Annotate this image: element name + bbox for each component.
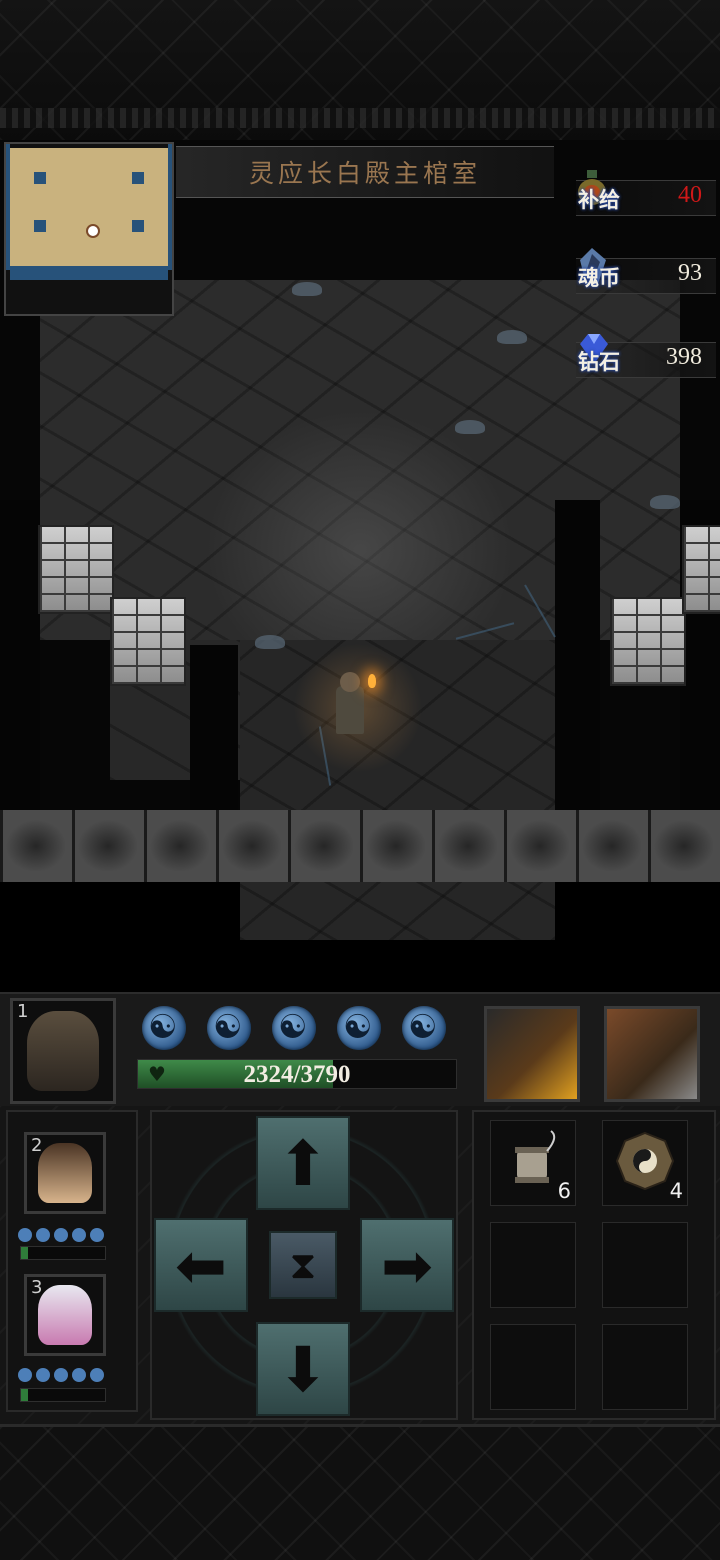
rubble [650,495,680,509]
inventory-slot[interactable] [490,1324,576,1410]
rubble [497,330,527,344]
brick-wall [682,525,720,614]
game-screen: 灵应长白殿主棺室 补给 40 魂币 93 钻石 398 1 ☯ ☯ ☯ ☯ ☯ … [0,0,720,1560]
stamina-orb-icon [337,1006,381,1050]
player-character [288,638,428,778]
hp-fill [21,1247,28,1259]
brick-wall [610,597,686,686]
stamina-orb-icon [142,1006,186,1050]
move-left-button[interactable]: ⬅ [154,1218,248,1312]
move-down-button[interactable]: ⬇ [256,1322,350,1416]
item-quantity: 6 [557,1179,571,1203]
fire-slash-skill-icon[interactable] [484,1006,580,1102]
stamina-orb-icon [18,1228,32,1242]
member-hp-bar [20,1246,106,1260]
movement-pad: ⬆ ⬅ ⧗ ➡ ⬇ [150,1110,458,1420]
stamina-orb-icon [54,1368,68,1382]
move-right-button[interactable]: ➡ [360,1218,454,1312]
brick-wall [110,597,186,686]
supply-counter: 补给 40 [566,168,716,220]
rubble [255,635,285,649]
diamond-counter: 钻石 398 [566,330,716,382]
stamina-orb-icon [54,1228,68,1242]
leader-portrait[interactable]: 1 [10,998,116,1104]
minimap-player-marker [86,224,100,238]
torch-icon [368,674,376,688]
member-hp-bar [20,1388,106,1402]
dark-wall [0,500,40,810]
party-slot-number: 1 [17,1001,29,1022]
member-portrait[interactable]: 2 [24,1132,106,1214]
stamina-orb-icon [72,1228,86,1242]
rubble [455,420,485,434]
item-quantity: 4 [669,1179,683,1203]
soul-coin-counter: 魂币 93 [566,246,716,298]
minimap[interactable] [4,142,174,316]
diamond-value: 398 [666,344,702,370]
inventory-slot[interactable]: 6 [490,1120,576,1206]
stamina-orb-icon [36,1368,50,1382]
inventory-grid: 6 4 [472,1110,716,1420]
inventory-slot[interactable] [602,1222,688,1308]
inventory-slot[interactable] [490,1222,576,1308]
party-slot-number: 3 [31,1277,43,1298]
hp-fill [21,1389,28,1401]
inventory-slot[interactable]: 4 [602,1120,688,1206]
stamina-orb-icon [90,1228,104,1242]
move-up-button[interactable]: ⬆ [256,1116,350,1210]
room-title: 灵应长白殿主棺室 [176,146,554,198]
stamina-orb-icon [90,1368,104,1382]
supply-value: 40 [678,182,702,208]
supply-label: 补给 [578,187,620,212]
hud-panel: 1 ♥ 2324/3790 2 [0,992,720,1560]
member-portrait[interactable]: 3 [24,1274,106,1356]
stamina-orb-icon [272,1006,316,1050]
stamina-orb-icon [36,1228,50,1242]
brick-wall [38,525,114,614]
stamina-orb-icon [18,1368,32,1382]
rubble [292,282,322,296]
soul-coin-label: 魂币 [578,265,620,290]
stamina-orb-icon [402,1006,446,1050]
dark-pillar [190,645,238,810]
soul-coin-value: 93 [678,260,702,286]
party-slot-number: 2 [31,1135,43,1156]
diamond-label: 钻石 [578,349,620,374]
leader-status-bar: 1 ♥ 2324/3790 [0,992,720,1106]
shovel-skill-icon[interactable] [604,1006,700,1102]
leader-hp-bar: ♥ 2324/3790 [137,1059,457,1089]
stamina-orb-icon [207,1006,251,1050]
party-list: 2 3 [6,1110,138,1412]
inventory-slot[interactable] [602,1324,688,1410]
dungeon-bottom-wall [0,810,720,882]
bottom-wall-decoration [0,1424,720,1560]
top-wall-decoration [0,0,720,143]
dark-pillar [555,500,600,810]
stamina-orb-icon [72,1368,86,1382]
wait-turn-button[interactable]: ⧗ [269,1231,337,1299]
hp-text: 2324/3790 [243,1061,351,1088]
